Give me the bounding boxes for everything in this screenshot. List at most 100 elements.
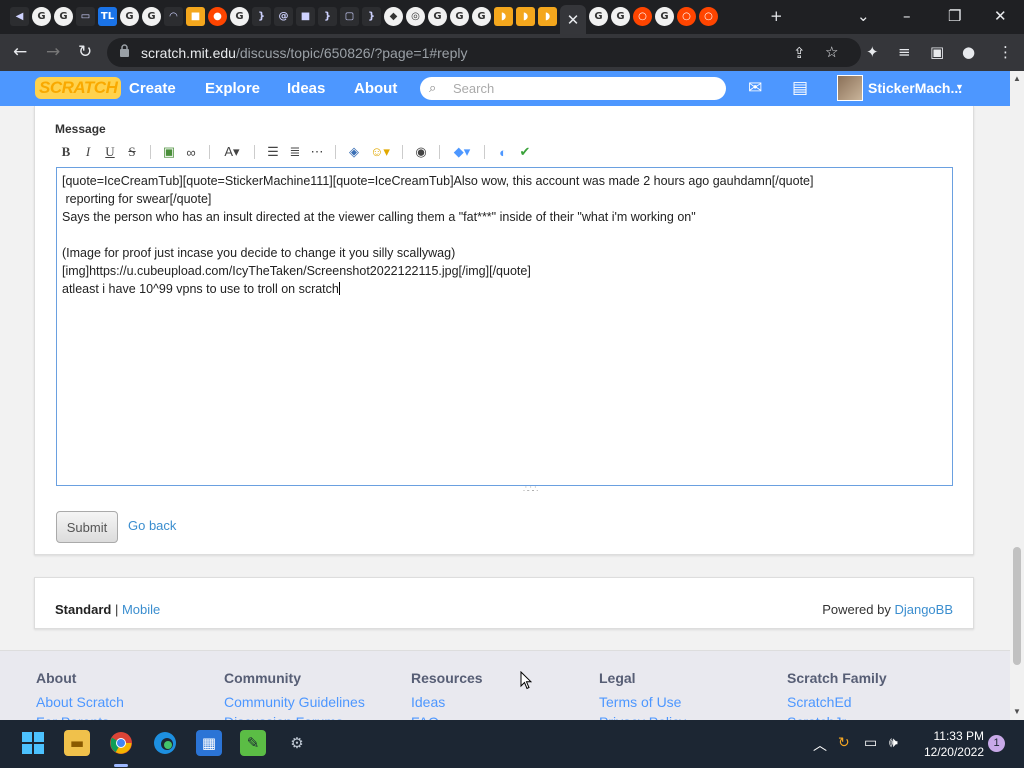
tab-chat-icon[interactable]: ▢ [340,7,359,26]
mobile-link[interactable]: Mobile [122,602,160,617]
tab-brackets-icon[interactable]: } [362,7,381,26]
close-tab-icon[interactable]: ✕ [560,5,586,34]
page-scrollbar[interactable]: ▲ ▼ [1010,71,1024,720]
bookmark-star-icon[interactable]: ☆ [825,43,838,61]
tab-chrome-icon[interactable]: ◎ [406,7,425,26]
tab-google-icon[interactable]: G [472,7,491,26]
footer-link[interactable]: Privacy Policy [599,712,686,720]
tab-TL-icon[interactable]: TL [98,7,117,26]
extensions-icon[interactable]: ✦ [866,43,879,61]
notification-badge[interactable]: 1 [988,735,1005,752]
close-window-icon[interactable]: ✕ [994,7,1007,25]
side-panel-icon[interactable]: ▣ [930,43,944,61]
tab-bean-icon[interactable]: ◗ [538,7,557,26]
check-icon[interactable]: ✔ [514,144,536,160]
footer-link[interactable]: ScratchEd [787,692,887,712]
nav-ideas[interactable]: Ideas [287,80,325,97]
tab-roblox-icon[interactable]: ◆ [384,7,403,26]
menu-icon[interactable]: ⋮ [998,43,1013,61]
chrome-icon[interactable] [108,730,134,756]
username[interactable]: StickerMach... [868,80,962,96]
tab-dark-icon[interactable]: ■ [296,7,315,26]
footer-link[interactable]: About Scratch [36,692,124,712]
maximize-icon[interactable]: ❐ [948,7,961,25]
footer-link[interactable]: Ideas [411,692,483,712]
tab-google-icon[interactable]: G [230,7,249,26]
tab-google-icon[interactable]: G [32,7,51,26]
image-icon[interactable]: ▣ [158,144,180,160]
font-style-icon[interactable]: A▾ [217,144,247,160]
volume-icon[interactable]: 🕪 [889,735,898,751]
footer-link[interactable]: Terms of Use [599,692,686,712]
footer-link[interactable]: ScratchJr [787,712,887,720]
preview-icon[interactable]: ◐ [492,145,514,160]
tab-screen-icon[interactable]: ▭ [76,7,95,26]
chevron-down-icon[interactable]: ▼ [955,82,964,92]
scratchblocks-icon[interactable]: ◈ [343,144,365,160]
tab-bean-icon[interactable]: ◗ [516,7,535,26]
scratch-logo[interactable]: SCRATCH [35,77,122,99]
tab-google-icon[interactable]: G [589,7,608,26]
tray-chevron-up-icon[interactable]: ︿ [813,735,827,755]
scroll-down-icon[interactable]: ▼ [1013,707,1021,716]
link-icon[interactable]: ∞ [180,145,202,160]
tab-google-icon[interactable]: G [428,7,447,26]
share-icon[interactable]: ⇪ [793,44,806,62]
tab-google-icon[interactable]: G [450,7,469,26]
globe-icon[interactable]: ◉ [410,144,432,160]
bulleted-list-icon[interactable]: ☰ [262,144,284,160]
italic-icon[interactable]: I [77,144,99,160]
scrollbar-thumb[interactable] [1013,547,1021,665]
tab-wifi-icon[interactable]: ◠ [164,7,183,26]
back-icon[interactable]: ← [13,42,27,62]
footer-link[interactable]: For Parents [36,712,124,720]
tab-google-icon[interactable]: G [142,7,161,26]
tab-brackets-icon[interactable]: } [318,7,337,26]
tab-record-icon[interactable]: ○ [699,7,718,26]
smiley-icon[interactable]: ☺▾ [365,144,395,160]
tab-search-icon[interactable]: ⌄ [857,7,870,25]
resize-grip-icon[interactable]: ∴∴∴ [523,484,538,495]
tab-at-icon[interactable]: @ [274,7,293,26]
djangobb-link[interactable]: DjangoBB [894,602,953,617]
settings-gear-icon[interactable]: ⚙ [284,730,310,756]
tab-bean-icon[interactable]: ◗ [494,7,513,26]
message-textarea[interactable]: [quote=IceCreamTub][quote=StickerMachine… [56,167,953,486]
list-item-icon[interactable]: ⋯ [306,144,328,160]
tab-google-icon[interactable]: G [54,7,73,26]
nav-search-input[interactable]: ⌕ Search [420,77,726,100]
tab-google-icon[interactable]: G [120,7,139,26]
store-icon[interactable]: ▦ [196,730,222,756]
sync-icon[interactable]: ↻ [838,735,850,751]
notepad-icon[interactable]: ✎ [240,730,266,756]
numbered-list-icon[interactable]: ≣ [284,144,306,160]
nav-explore[interactable]: Explore [205,80,260,97]
new-tab-icon[interactable]: + [770,7,783,25]
my-stuff-icon[interactable]: ▤ [792,78,808,98]
reading-list-icon[interactable]: ≡ [898,43,911,61]
footer-link[interactable]: Discussion Forums [224,712,365,720]
nav-about[interactable]: About [354,80,397,97]
avatar[interactable] [837,75,863,101]
edge-icon[interactable] [152,730,178,756]
tab-orange-icon[interactable]: ■ [186,7,205,26]
profile-icon[interactable]: ● [962,43,975,61]
system-clock[interactable]: 11:33 PM 12/20/2022 [920,728,984,760]
start-icon[interactable] [20,730,46,756]
footer-link[interactable]: FAQ [411,712,483,720]
tab-record-icon[interactable]: ○ [677,7,696,26]
file-explorer-icon[interactable]: ▬ [64,730,90,756]
submit-button[interactable]: Submit [56,511,118,543]
tab-mute-icon[interactable]: ◀ [10,7,29,26]
tab-brackets-icon[interactable]: } [252,7,271,26]
tab-reddit-icon[interactable]: ● [208,7,227,26]
footer-link[interactable]: Community Guidelines [224,692,365,712]
network-icon[interactable]: ▭ [864,735,877,751]
bold-icon[interactable]: B [55,144,77,160]
forward-icon[interactable]: → [46,42,60,62]
nav-create[interactable]: Create [129,80,176,97]
minimize-icon[interactable]: – [903,7,911,25]
tab-google-icon[interactable]: G [655,7,674,26]
scroll-up-icon[interactable]: ▲ [1013,74,1021,83]
go-back-link[interactable]: Go back [128,518,176,533]
